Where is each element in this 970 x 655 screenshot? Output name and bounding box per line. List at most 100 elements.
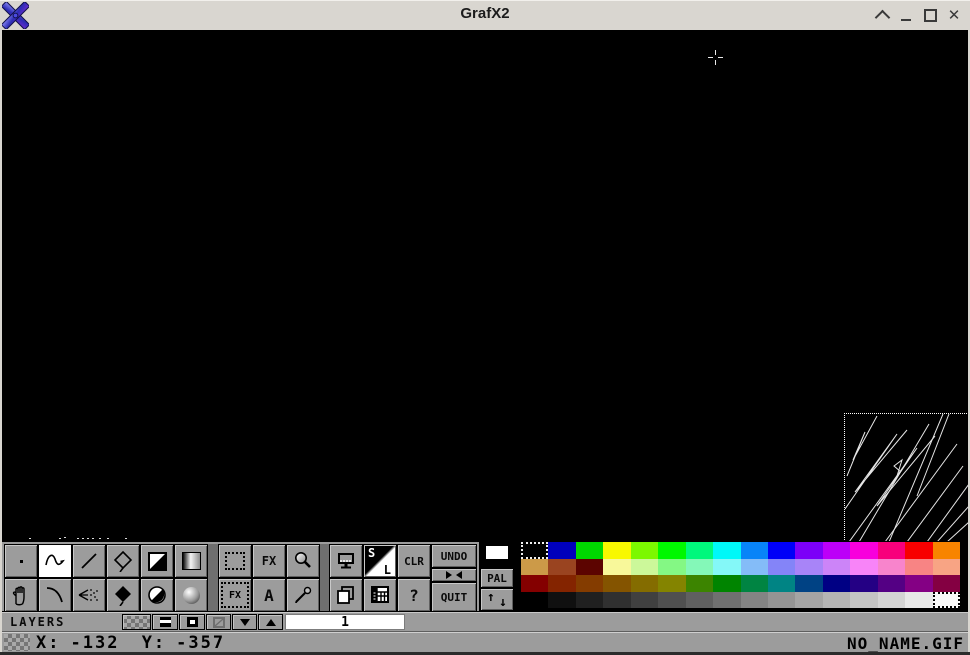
tool-pipette[interactable] — [286, 578, 320, 612]
spare-page-button[interactable] — [329, 578, 363, 612]
palette-swatch[interactable] — [686, 559, 713, 576]
palette-swatch[interactable] — [686, 542, 713, 559]
palette-swatch[interactable] — [768, 575, 795, 592]
tool-spray[interactable] — [72, 578, 106, 612]
palette-swatch[interactable] — [576, 542, 603, 559]
palette-swatch[interactable] — [850, 542, 877, 559]
minimize-button[interactable] — [894, 0, 918, 30]
tool-zoom[interactable] — [286, 544, 320, 578]
shade-button[interactable] — [870, 0, 894, 30]
palette-swatch[interactable] — [795, 542, 822, 559]
palette-swatch[interactable] — [823, 542, 850, 559]
palette-swatch[interactable] — [905, 592, 932, 609]
palette-swatch[interactable] — [878, 592, 905, 609]
palette-swatch[interactable] — [741, 542, 768, 559]
palette-swatch[interactable] — [631, 575, 658, 592]
palette-swatch[interactable] — [548, 575, 575, 592]
palette-swatch[interactable] — [850, 592, 877, 609]
selection-marquee[interactable] — [844, 413, 968, 541]
palette-swatch[interactable] — [576, 592, 603, 609]
palette-button[interactable]: PAL — [480, 568, 514, 588]
tool-select[interactable] — [218, 544, 252, 578]
tool-effects[interactable]: FX — [252, 544, 286, 578]
kill-button[interactable] — [431, 568, 477, 582]
palette-swatch[interactable] — [768, 559, 795, 576]
tool-filled-circle[interactable] — [140, 578, 174, 612]
grid-button[interactable] — [363, 578, 397, 612]
palette-swatch[interactable] — [576, 575, 603, 592]
palette-swatch[interactable] — [823, 559, 850, 576]
palette-swatch[interactable] — [521, 559, 548, 576]
quit-button[interactable]: QUIT — [431, 582, 477, 612]
clear-button[interactable]: CLR — [397, 544, 431, 578]
palette-swatch[interactable] — [878, 559, 905, 576]
titlebar[interactable]: GrafX2 ✕ — [0, 0, 970, 31]
palette-swatch[interactable] — [658, 542, 685, 559]
drawing-canvas[interactable] — [2, 30, 968, 541]
current-layer-field[interactable]: 1 — [285, 614, 405, 630]
palette-swatch[interactable] — [741, 559, 768, 576]
palette-swatch[interactable] — [795, 575, 822, 592]
palette-swatch[interactable] — [741, 592, 768, 609]
tool-brush-effects[interactable]: FX — [218, 578, 252, 612]
palette-swatch[interactable] — [933, 575, 960, 592]
palette-swatch[interactable] — [548, 542, 575, 559]
tool-dot[interactable] — [4, 544, 38, 578]
tool-polygon-outline[interactable] — [106, 544, 140, 578]
palette-swatch[interactable] — [933, 542, 960, 559]
undo-button[interactable]: UNDO — [431, 544, 477, 568]
palette-swatch[interactable] — [521, 542, 548, 559]
palette-swatch[interactable] — [713, 542, 740, 559]
close-button[interactable]: ✕ — [942, 0, 966, 30]
tool-text[interactable]: A — [252, 578, 286, 612]
screen-mode-button[interactable] — [329, 544, 363, 578]
merge-layer-button[interactable] — [152, 614, 178, 630]
palette-swatch[interactable] — [795, 559, 822, 576]
palette-swatch[interactable] — [905, 542, 932, 559]
palette-swatch[interactable] — [658, 592, 685, 609]
palette-swatch[interactable] — [686, 592, 713, 609]
palette-swatch[interactable] — [631, 542, 658, 559]
palette-swatch[interactable] — [905, 559, 932, 576]
foreground-color-preview[interactable] — [480, 543, 514, 566]
tool-line[interactable] — [72, 544, 106, 578]
palette-swatch[interactable] — [795, 592, 822, 609]
layer-transparency-button[interactable] — [122, 614, 151, 630]
layer-up-button[interactable] — [258, 614, 283, 630]
palette-swatch[interactable] — [878, 575, 905, 592]
palette-swatch[interactable] — [741, 575, 768, 592]
palette-swatch[interactable] — [658, 575, 685, 592]
palette-swatch[interactable] — [548, 592, 575, 609]
palette-swatch[interactable] — [713, 575, 740, 592]
delete-layer-button[interactable] — [206, 614, 231, 630]
palette-swatch[interactable] — [603, 592, 630, 609]
layer-down-button[interactable] — [232, 614, 257, 630]
palette-swatch[interactable] — [603, 575, 630, 592]
palette-swatch[interactable] — [905, 575, 932, 592]
palette-swatch[interactable] — [603, 559, 630, 576]
tool-pan[interactable] — [4, 578, 38, 612]
tool-gradient-sphere[interactable] — [174, 578, 208, 612]
palette-swatch[interactable] — [631, 559, 658, 576]
tool-freehand[interactable] — [38, 544, 72, 578]
maximize-button[interactable] — [918, 0, 942, 30]
add-layer-button[interactable] — [179, 614, 205, 630]
palette-swatch[interactable] — [686, 575, 713, 592]
palette-swatch[interactable] — [850, 575, 877, 592]
palette-swatch[interactable] — [658, 559, 685, 576]
palette-swatch[interactable] — [823, 575, 850, 592]
tool-filled-rectangle[interactable] — [140, 544, 174, 578]
palette-swatch[interactable] — [768, 542, 795, 559]
palette-swatch[interactable] — [521, 575, 548, 592]
palette-swatch[interactable] — [768, 592, 795, 609]
palette-swatch[interactable] — [521, 592, 548, 609]
palette-swatch[interactable] — [713, 592, 740, 609]
tool-polygon-fill[interactable] — [106, 578, 140, 612]
help-button[interactable]: ? — [397, 578, 431, 612]
palette-swatch[interactable] — [850, 559, 877, 576]
palette-swatch[interactable] — [933, 559, 960, 576]
palette-swatch[interactable] — [823, 592, 850, 609]
palette-swatch[interactable] — [713, 559, 740, 576]
palette-swatch[interactable] — [548, 559, 575, 576]
palette-swatch[interactable] — [933, 592, 960, 609]
